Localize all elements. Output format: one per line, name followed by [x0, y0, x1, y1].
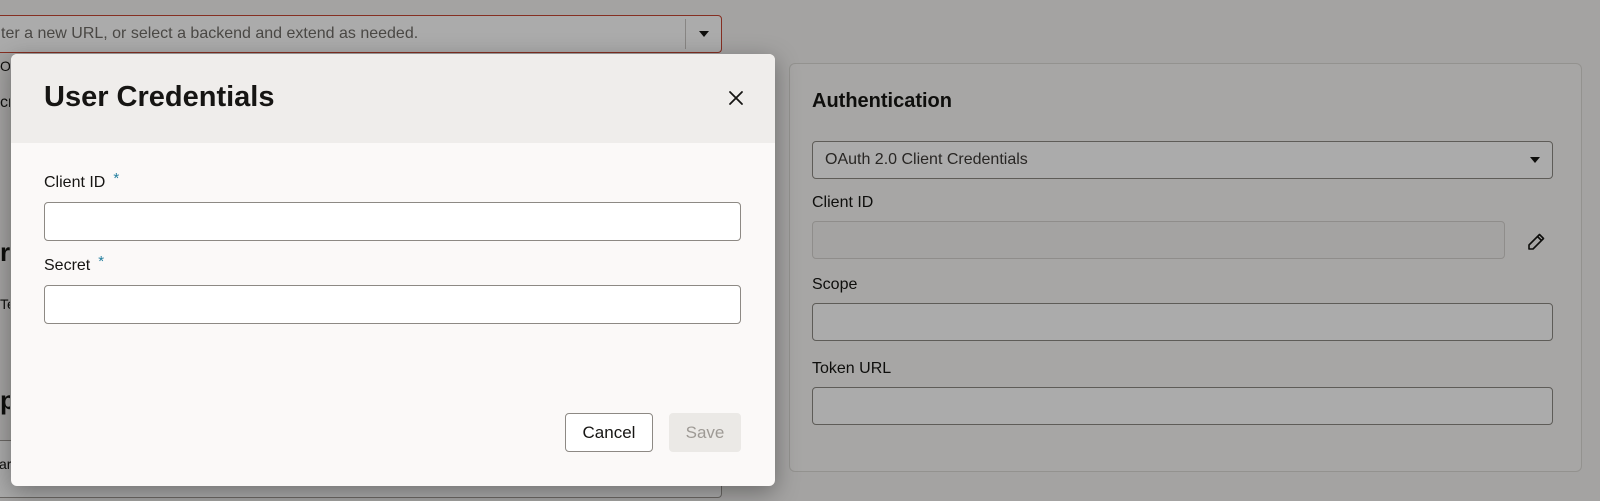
required-indicator: *	[98, 253, 105, 270]
user-credentials-dialog: User Credentials Client ID * Secret * Canc…	[11, 54, 775, 486]
close-icon	[729, 91, 743, 105]
close-button[interactable]	[724, 86, 748, 110]
secret-label: Secret *	[44, 253, 104, 275]
secret-input[interactable]	[44, 285, 741, 324]
secret-label-text: Secret	[44, 257, 91, 274]
client-id-label-text: Client ID	[44, 174, 106, 191]
required-indicator: *	[113, 170, 120, 187]
dialog-title: User Credentials	[44, 81, 275, 113]
client-id-label: Client ID *	[44, 170, 119, 192]
client-id-input[interactable]	[44, 202, 741, 241]
dialog-header: User Credentials	[11, 54, 775, 143]
save-button[interactable]: Save	[669, 413, 741, 452]
cancel-button[interactable]: Cancel	[565, 413, 653, 452]
